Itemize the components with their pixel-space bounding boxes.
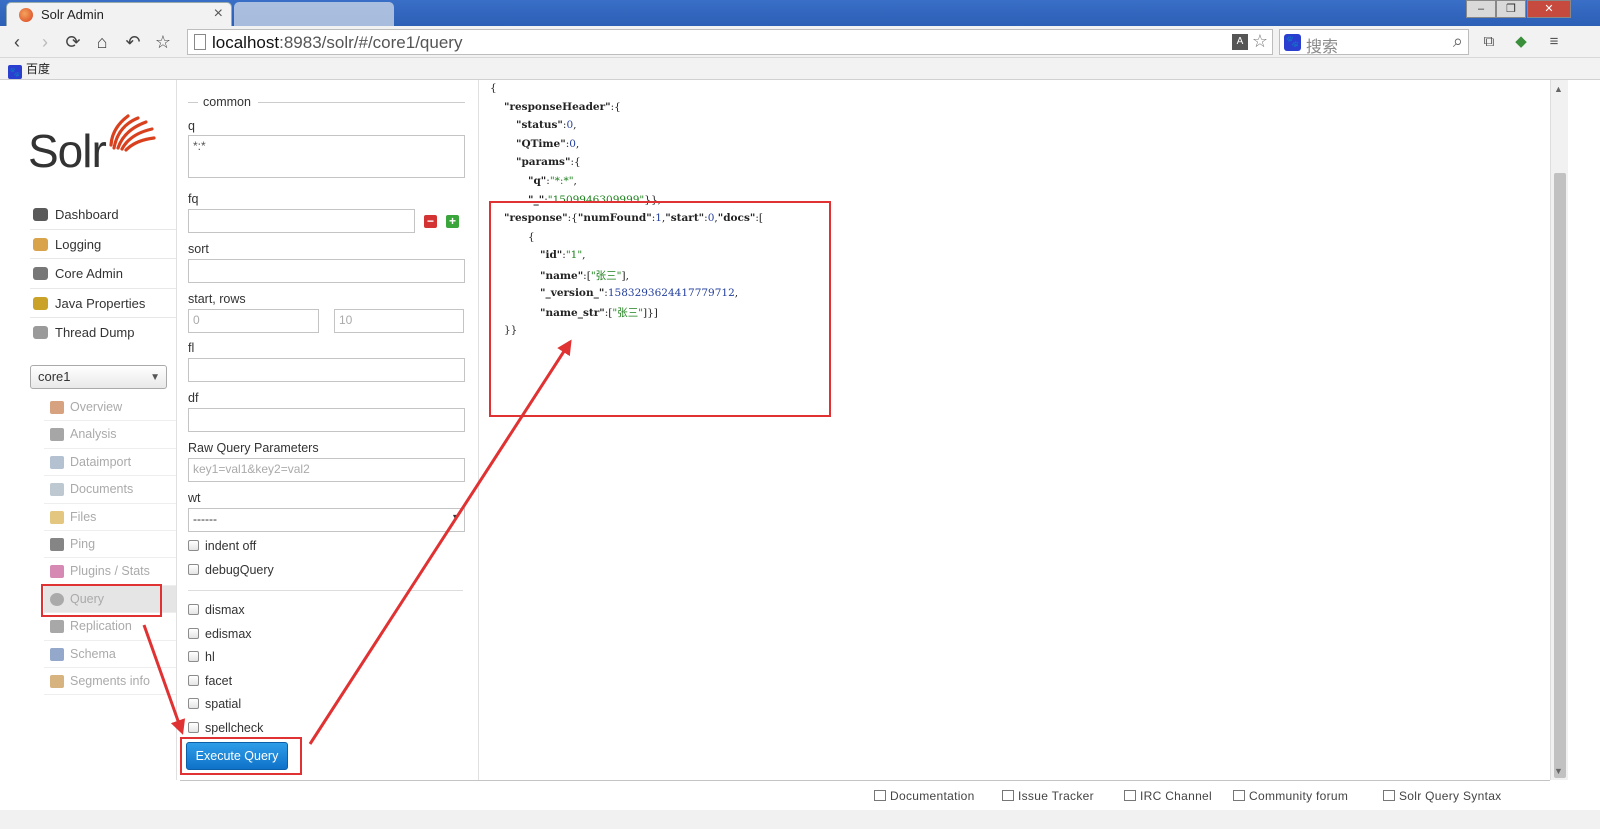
arrow-execute-to-response bbox=[308, 339, 572, 745]
query-syntax-icon bbox=[1383, 790, 1395, 801]
mail-icon bbox=[1233, 790, 1245, 801]
tab-title: Solr Admin bbox=[41, 7, 104, 22]
browser-search-box[interactable]: 🐾 搜索 ⌕ bbox=[1279, 29, 1469, 56]
page-icon bbox=[194, 34, 206, 50]
page-scrollbar[interactable]: ▲ ▼ bbox=[1550, 80, 1568, 780]
home-icon[interactable]: ⌂ bbox=[91, 31, 113, 53]
arrow-query-to-execute bbox=[142, 624, 186, 735]
close-window-icon[interactable]: ✕ bbox=[1527, 0, 1571, 18]
footer-link-community-forum[interactable]: Community forum bbox=[1233, 789, 1348, 803]
forward-chevron-right-icon[interactable]: › bbox=[34, 31, 56, 53]
star-icon[interactable]: ☆ bbox=[1252, 31, 1268, 52]
address-url[interactable]: localhost:8983/solr/#/core1/query bbox=[212, 33, 462, 53]
footer-link-irc-channel[interactable]: IRC Channel bbox=[1124, 789, 1212, 803]
bookmark-baidu[interactable]: 🐾 百度 bbox=[8, 60, 50, 79]
horizontal-scrollbar[interactable] bbox=[0, 810, 1600, 829]
restore-window-icon[interactable]: ❐ bbox=[1496, 0, 1526, 18]
annotation-arrows bbox=[142, 339, 572, 745]
screenshot-icon[interactable]: ⧉ bbox=[1480, 33, 1498, 51]
bookmark-star-icon[interactable]: ☆ bbox=[152, 31, 174, 53]
browser-tabstrip: Solr Admin × – ❐ ✕ bbox=[0, 0, 1600, 26]
solr-admin-page: Solr Dashboard Logging Core Admin Java P… bbox=[0, 80, 1568, 780]
back-chevron-left-icon[interactable]: ‹ bbox=[6, 31, 28, 53]
menu-icon[interactable]: ≡ bbox=[1545, 33, 1563, 51]
address-bar[interactable]: localhost:8983/solr/#/core1/query A ☆ bbox=[187, 29, 1273, 55]
scroll-up-icon[interactable]: ▲ bbox=[1554, 84, 1563, 94]
minimize-window-icon[interactable]: – bbox=[1466, 0, 1496, 18]
solr-favicon-icon bbox=[19, 8, 33, 22]
scrollbar-thumb[interactable] bbox=[1554, 173, 1566, 778]
baidu-paw-icon: 🐾 bbox=[8, 65, 22, 79]
extension-icon[interactable]: ◆ bbox=[1512, 33, 1530, 51]
browser-toolbar: ‹ › ⟳ ⌂ ↶ ☆ localhost:8983/solr/#/core1/… bbox=[0, 26, 1600, 58]
tab-close-icon[interactable]: × bbox=[214, 5, 223, 23]
footer-link-query-syntax[interactable]: Solr Query Syntax bbox=[1383, 789, 1501, 803]
search-placeholder: 搜索 bbox=[1306, 39, 1339, 56]
reload-icon[interactable]: ⟳ bbox=[62, 31, 84, 53]
documentation-icon bbox=[874, 790, 886, 801]
browser-tab-solr-admin[interactable]: Solr Admin × bbox=[6, 2, 232, 26]
scroll-down-icon[interactable]: ▼ bbox=[1554, 766, 1563, 776]
translate-icon[interactable]: A bbox=[1232, 34, 1248, 50]
irc-icon bbox=[1124, 790, 1136, 801]
footer-link-documentation[interactable]: Documentation bbox=[874, 789, 975, 803]
undo-icon[interactable]: ↶ bbox=[122, 31, 144, 53]
solr-footer: Documentation Issue Tracker IRC Channel … bbox=[180, 780, 1550, 810]
search-icon[interactable]: ⌕ bbox=[1453, 31, 1463, 52]
footer-link-issue-tracker[interactable]: Issue Tracker bbox=[1002, 789, 1094, 803]
bookmarks-bar: 🐾 百度 bbox=[0, 58, 1600, 80]
baidu-paw-icon: 🐾 bbox=[1284, 34, 1301, 51]
issue-tracker-icon bbox=[1002, 790, 1014, 801]
browser-tab-new[interactable] bbox=[234, 2, 394, 26]
